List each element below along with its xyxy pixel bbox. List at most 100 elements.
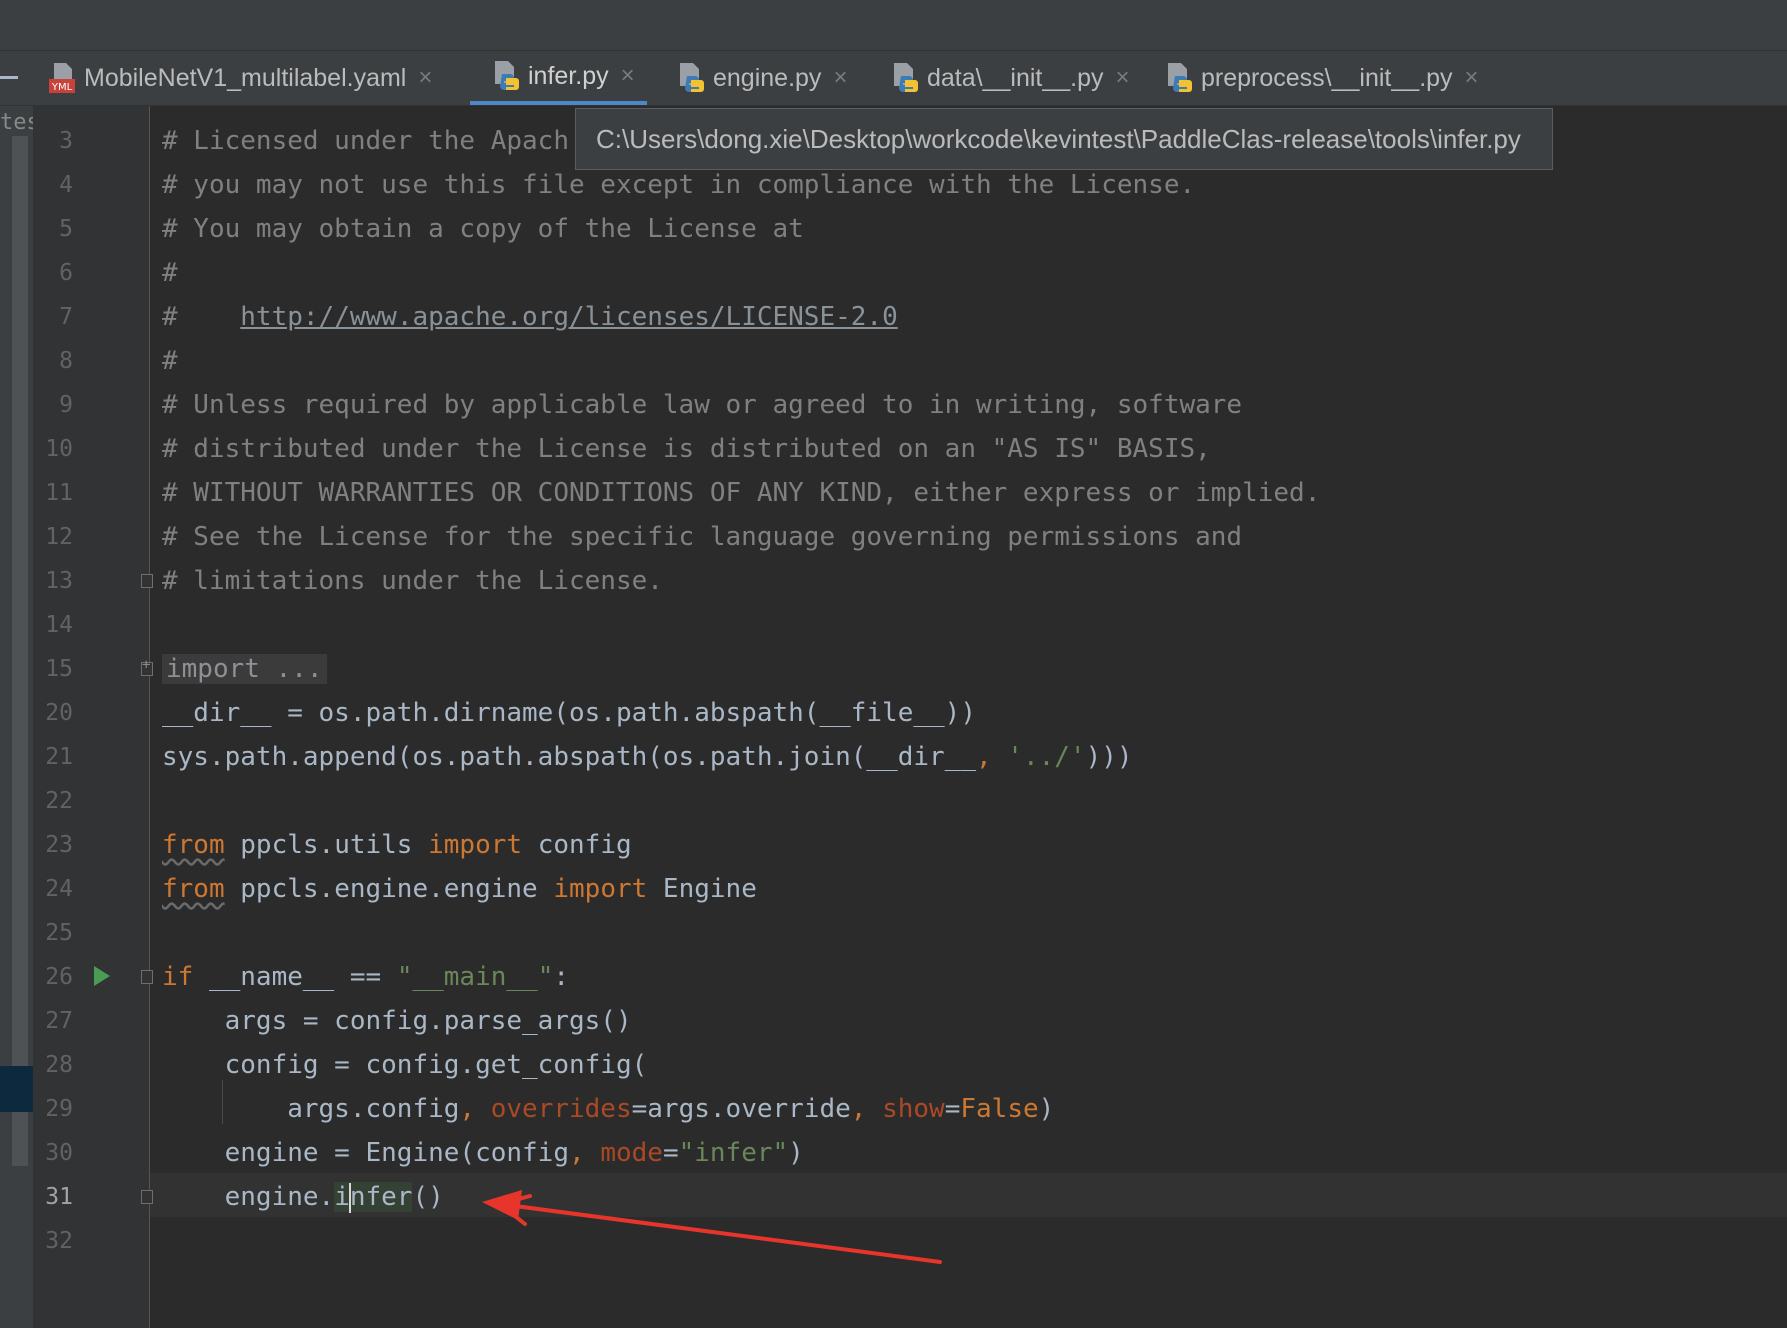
code-line-5[interactable]: # You may obtain a copy of the License a… [162,207,804,251]
code-line-31[interactable]: engine.infer() [162,1175,444,1219]
code-token: args.config [162,1094,460,1124]
code-line-21[interactable]: sys.path.append(os.path.abspath(os.path.… [162,735,1133,779]
line-number[interactable]: 22 [33,779,73,823]
code-line-27[interactable]: args = config.parse_args() [162,999,632,1043]
code-line-10[interactable]: # distributed under the License is distr… [162,427,1211,471]
keyword-false: False [960,1094,1039,1124]
gutter-divider [149,106,150,1328]
module-name: ppcls.utils [224,830,429,860]
panel-scrollbar[interactable] [12,136,28,1166]
folded-imports[interactable]: import ... [162,654,327,684]
close-icon[interactable]: × [833,64,847,92]
tab-list-toggle[interactable] [0,76,18,79]
line-number[interactable]: 10 [33,427,73,471]
yaml-badge-text: YML [51,82,73,93]
code-token: = [662,1138,679,1168]
fold-collapse-icon[interactable] [141,970,153,984]
line-number[interactable]: 3 [33,119,73,163]
comment-prefix: # [162,302,241,332]
keyword-if: if [162,962,194,992]
fold-expand-icon[interactable] [141,657,153,676]
tab-mobilenetv1-multilabel-yaml[interactable]: YML MobileNetV1_multilabel.yaml × [48,51,432,105]
code-line-20[interactable]: __dir__ = os.path.dirname(os.path.abspat… [162,691,976,735]
title-bar [0,0,1787,51]
param-name: overrides [490,1094,632,1124]
code-token: , [459,1094,491,1124]
code-token: sys.path.append(os.path.abspath(os.path.… [162,742,976,772]
project-panel-edge: tes [0,106,40,1328]
code-line-15[interactable]: import ... [162,647,327,691]
tab-label: engine.py [713,63,822,92]
tab-infer-py[interactable]: infer.py × [470,51,647,105]
tab-data-init-py[interactable]: data\__init__.py × [891,51,1130,105]
code-line-26[interactable]: if __name__ == "__main__": [162,955,569,999]
close-icon[interactable]: × [621,62,635,90]
line-number[interactable]: 6 [33,251,73,295]
tab-label: preprocess\__init__.py [1201,63,1453,92]
code-line-6[interactable]: # [162,251,178,295]
line-number[interactable]: 23 [33,823,73,867]
line-number[interactable]: 30 [33,1131,73,1175]
code-line-29[interactable]: args.config, overrides=args.override, sh… [162,1087,1054,1131]
line-number[interactable]: 9 [33,383,73,427]
line-number[interactable]: 14 [33,603,73,647]
line-number[interactable]: 25 [33,911,73,955]
python-file-icon [1165,62,1193,94]
param-name: mode [600,1138,663,1168]
line-number-current[interactable]: 31 [33,1175,73,1219]
code-token: , [975,742,992,772]
code-line-3[interactable]: # Licensed under the Apach [162,119,569,163]
line-number[interactable]: 21 [33,735,73,779]
code-line-7[interactable]: # http://www.apache.org/licenses/LICENSE… [162,295,898,339]
run-icon[interactable] [94,966,110,986]
code-line-23[interactable]: from ppcls.utils import config [162,823,632,867]
tab-engine-py[interactable]: engine.py × [677,51,847,105]
param-name: show [882,1094,945,1124]
line-number[interactable]: 8 [33,339,73,383]
import-name: config [522,830,632,860]
code-line-24[interactable]: from ppcls.engine.engine import Engine [162,867,757,911]
code-token: engine. [162,1182,335,1212]
line-number[interactable]: 27 [33,999,73,1043]
string-token: "infer" [678,1138,789,1168]
code-token: ) [1038,1094,1055,1124]
code-line-9[interactable]: # Unless required by applicable law or a… [162,383,1242,427]
line-number[interactable]: 29 [33,1087,73,1131]
code-token: , [569,1138,601,1168]
fold-end-icon[interactable] [141,1190,153,1204]
code-token: = [944,1094,961,1124]
python-file-icon [677,62,705,94]
line-number[interactable]: 12 [33,515,73,559]
infer-call[interactable]: infer [334,1182,413,1213]
line-number[interactable]: 15 [33,647,73,691]
code-line-13[interactable]: # limitations under the License. [162,559,663,603]
code-token: ))) [1085,742,1133,772]
line-number[interactable]: 32 [33,1219,73,1263]
line-number[interactable]: 13 [33,559,73,603]
line-number[interactable]: 24 [33,867,73,911]
code-line-11[interactable]: # WITHOUT WARRANTIES OR CONDITIONS OF AN… [162,471,1320,515]
code-line-30[interactable]: engine = Engine(config, mode="infer") [162,1131,804,1175]
keyword-from: from [162,830,225,860]
line-number[interactable]: 5 [33,207,73,251]
close-icon[interactable]: × [418,64,432,92]
file-path-tooltip: C:\Users\dong.xie\Desktop\workcode\kevin… [575,108,1553,170]
line-number[interactable]: 4 [33,163,73,207]
tab-label: data\__init__.py [927,63,1104,92]
close-icon[interactable]: × [1465,64,1479,92]
keyword-from: from [162,874,225,904]
code-line-28[interactable]: config = config.get_config( [162,1043,648,1087]
line-number[interactable]: 26 [33,955,73,999]
line-number[interactable]: 11 [33,471,73,515]
line-number[interactable]: 7 [33,295,73,339]
close-icon[interactable]: × [1116,64,1130,92]
tab-preprocess-init-py[interactable]: preprocess\__init__.py × [1165,51,1479,105]
code-token: =args.override [631,1094,851,1124]
line-number[interactable]: 28 [33,1043,73,1087]
fold-end-icon[interactable] [141,574,153,588]
license-link[interactable]: http://www.apache.org/licenses/LICENSE-2… [240,302,897,332]
code-line-8[interactable]: # [162,339,178,383]
code-line-12[interactable]: # See the License for the specific langu… [162,515,1242,559]
line-number[interactable]: 20 [33,691,73,735]
code-token: i [334,1182,350,1212]
